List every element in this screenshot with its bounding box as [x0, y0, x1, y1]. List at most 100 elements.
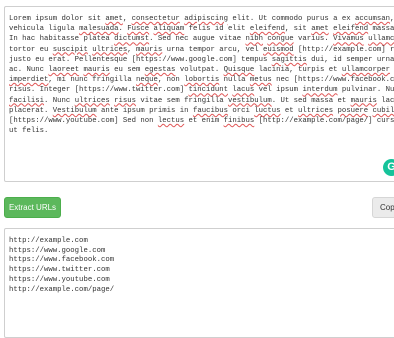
input-text-line: vehicula ligula malesuada. Fusce aliquam…	[9, 24, 394, 34]
url-list-item: http://example.com/page/	[9, 285, 115, 294]
misspelled-word: lectus	[157, 117, 185, 126]
misspelled-word: mauris	[350, 96, 377, 105]
text-segment: placerat.	[9, 106, 53, 115]
text-segment: dui, id semper urna pretium	[311, 55, 394, 64]
misspelled-word: faucibus	[192, 106, 228, 115]
text-segment: orci	[227, 106, 255, 115]
text-segment: varius.	[293, 35, 334, 44]
misspelled-word: eleifend	[333, 25, 369, 34]
text-segment: , mi nunc fringilla	[48, 76, 136, 85]
input-text-line: [https://www.youtube.com] Sed non lectus…	[9, 116, 394, 126]
input-text-line: tortor eu suscipit ultrices, mauris urna…	[9, 45, 394, 55]
misspelled-word: ultrices	[74, 96, 110, 105]
misspelled-word: risus	[114, 96, 137, 105]
text-segment: . Sed nec augue vitae	[149, 35, 246, 44]
misspelled-word: metus	[249, 76, 272, 85]
text-segment: . Ut sed massa et	[271, 96, 351, 105]
misspelled-word: cubilia	[372, 106, 394, 115]
misspelled-word: neque	[136, 76, 158, 85]
misspelled-word: Vestibulum	[52, 106, 97, 115]
text-segment: lacinia	[381, 96, 394, 105]
misspelled-word: lacus	[232, 86, 255, 95]
misspelled-word: ultrices	[92, 45, 128, 54]
text-segment: vel ipsum	[254, 86, 303, 95]
misspelled-word: vestibulum	[227, 96, 272, 105]
misspelled-word: euismod	[263, 45, 294, 54]
text-segment: [http://example.com] risus	[298, 45, 394, 54]
misspelled-word: tincidunt	[188, 86, 228, 95]
text-segment: ,	[122, 15, 132, 23]
input-text-line: placerat. Vestibulum ante ipsum primis i…	[9, 106, 394, 116]
text-segment: .	[118, 25, 128, 34]
input-text[interactable]: Lorem ipsum dolor sit amet, consectetur …	[5, 7, 394, 136]
text-segment: , at	[390, 15, 394, 23]
text-segment: vehicula ligula	[9, 25, 80, 34]
text-segment: vitae sem fringilla	[136, 96, 228, 105]
extract-urls-button[interactable]: Extract URLs	[4, 197, 61, 218]
misspelled-word: suscipit	[52, 45, 88, 54]
misspelled-word: facilisi	[9, 96, 45, 105]
misspelled-word: finibus	[223, 117, 255, 126]
misspelled-word: interdum	[302, 86, 338, 95]
misspelled-word: malesuada	[79, 25, 119, 34]
text-segment: nulla	[219, 76, 250, 85]
url-list-item: https://www.google.com	[9, 246, 106, 255]
misspelled-word: luctus	[254, 106, 281, 115]
misspelled-word: ultrices	[298, 106, 334, 115]
misspelled-word: amet	[105, 15, 123, 23]
input-text-line: ut felis.	[9, 126, 394, 136]
misspelled-word: egestas	[144, 66, 176, 75]
text-segment: , sit	[284, 25, 312, 34]
url-list-item: http://example.com	[9, 237, 88, 245]
input-text-line: In hac habitasse platea dictumst. Sed ne…	[9, 34, 394, 44]
url-list-item: https://www.youtube.com	[9, 275, 110, 284]
misspelled-word: Fusce	[127, 25, 150, 34]
misspelled-word: congue	[267, 35, 294, 44]
grammarly-icon[interactable]: G	[383, 159, 394, 176]
misspelled-word: consectetur	[131, 15, 180, 23]
misspelled-word: imperdiet	[9, 76, 49, 85]
input-text-line: ac. Nunc laoreet mauris eu sem egestas v…	[9, 65, 394, 75]
input-text-line: imperdiet, mi nunc fringilla neque, non …	[9, 75, 394, 85]
url-list: http://example.com https://www.google.com…	[5, 229, 394, 295]
text-segment: volutpat.	[175, 66, 224, 75]
misspelled-word: Quisque	[223, 66, 255, 75]
text-segment: lacinia, turpis et	[254, 66, 342, 75]
text-segment: In hac habitasse platea	[9, 35, 115, 44]
url-list-item: https://www.twitter.com	[9, 266, 110, 275]
misspelled-word: ullamcorper	[341, 66, 391, 75]
text-segment: elit. Ut commodo purus a ex	[227, 15, 355, 23]
text-segment: pulvinar. Nulla	[341, 86, 394, 95]
misspelled-word: posuere	[337, 106, 369, 115]
text-segment: eu sem	[109, 66, 145, 75]
text-segment: et enim	[184, 117, 224, 126]
misspelled-word: adipiscing	[184, 15, 228, 23]
input-text-line: justo eu erat. Pellentesque [https://www…	[9, 55, 394, 65]
misspelled-word: mauris	[83, 66, 110, 75]
text-segment: massa dapibus.	[372, 25, 394, 34]
misspelled-word: accumsan	[354, 15, 391, 23]
misspelled-word: dictumst	[114, 35, 150, 44]
text-segment: nec [https://www.facebook.com]	[271, 76, 394, 85]
input-text-line: Lorem ipsum dolor sit amet, consectetur …	[9, 14, 394, 24]
misspelled-word: lobortis	[184, 76, 220, 85]
text-segment: [https://www.youtube.com] Sed non	[9, 117, 158, 126]
text-segment: justo eu erat. Pellentesque [https://www…	[9, 55, 272, 64]
text-segment: Lorem ipsum dolor sit	[9, 15, 106, 23]
text-segment: tortor eu	[9, 45, 53, 54]
text-segment: ,	[127, 45, 137, 54]
misspelled-word: amet	[311, 25, 329, 34]
text-segment: [http://example.com/page/] cursus vitae	[258, 117, 394, 126]
misspelled-word: sagittis	[271, 55, 307, 64]
misspelled-word: ullamcorper	[368, 35, 394, 44]
url-list-item: https://www.facebook.com	[9, 256, 115, 265]
input-text-line: risus. Integer [https://www.twitter.com]…	[9, 85, 394, 95]
copy-button[interactable]: Copy	[372, 197, 394, 218]
text-input-area[interactable]: Lorem ipsum dolor sit amet, consectetur …	[4, 6, 394, 182]
text-segment: felis id elit	[184, 25, 250, 34]
misspelled-word: Vivamus	[333, 35, 364, 44]
misspelled-word: eleifend	[249, 25, 285, 34]
url-output-area[interactable]: http://example.com https://www.google.com…	[4, 228, 394, 338]
text-segment: , non	[157, 76, 185, 85]
text-segment: ac. Nunc	[9, 66, 49, 75]
